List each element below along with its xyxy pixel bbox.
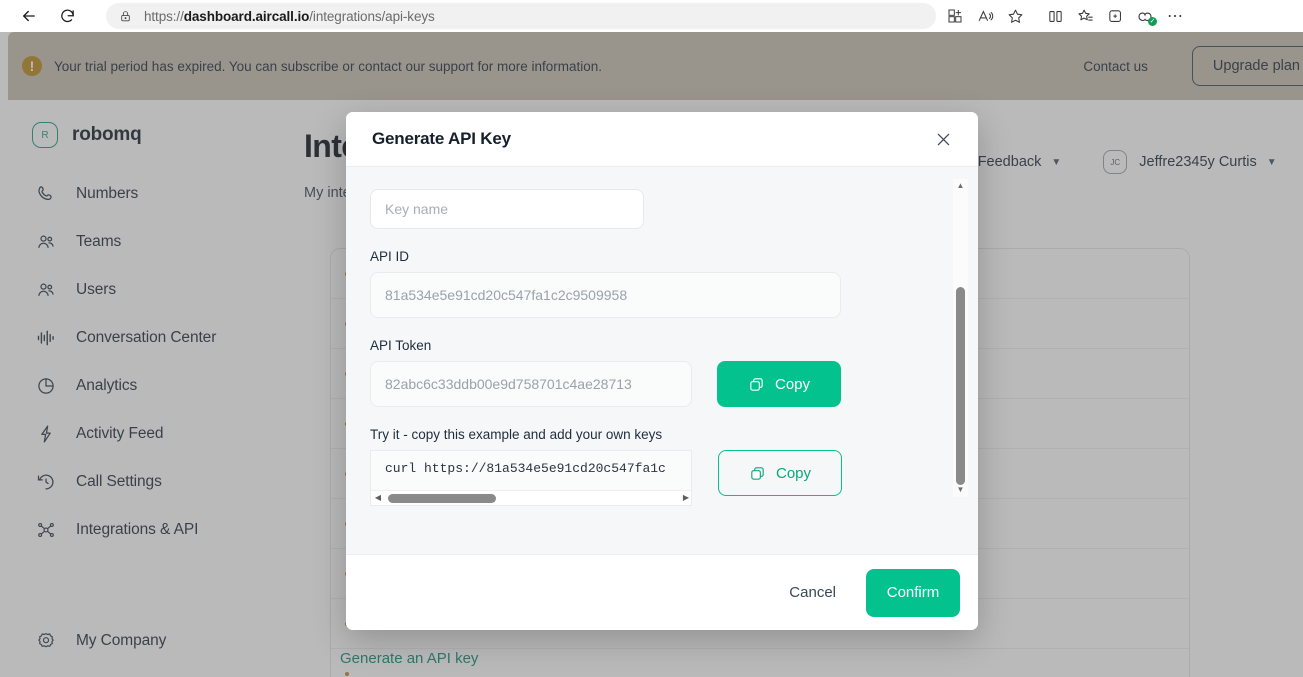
key-name-input[interactable]: Key name bbox=[370, 189, 644, 229]
copy-curl-button[interactable]: Copy bbox=[718, 450, 842, 496]
vscroll-track[interactable] bbox=[953, 193, 968, 485]
copy-api-token-label: Copy bbox=[774, 375, 811, 393]
url-text: https://dashboard.aircall.io/integration… bbox=[144, 8, 435, 24]
split-screen-icon[interactable] bbox=[1040, 3, 1070, 29]
extensions-icon[interactable] bbox=[940, 3, 970, 29]
dialog-body: Key name API ID 81a534e5e91cd20c547fa1c2… bbox=[346, 167, 978, 554]
hscroll-track[interactable] bbox=[385, 491, 679, 506]
generate-api-key-dialog: Generate API Key Key name API ID 81a534e… bbox=[346, 112, 978, 630]
dialog-vertical-scrollbar[interactable]: ▲ ▼ bbox=[953, 179, 968, 497]
api-id-value[interactable]: 81a534e5e91cd20c547fa1c2c9509958 bbox=[370, 272, 841, 318]
copy-icon bbox=[749, 465, 766, 482]
api-token-label: API Token bbox=[370, 338, 432, 353]
lock-icon bbox=[116, 10, 134, 23]
more-options-icon[interactable]: ⋯ bbox=[1160, 3, 1190, 29]
scroll-left-arrow-icon[interactable]: ◀ bbox=[371, 494, 385, 502]
scroll-right-arrow-icon[interactable]: ▶ bbox=[679, 494, 691, 502]
dialog-title: Generate API Key bbox=[372, 129, 511, 148]
browser-toolbar: https://dashboard.aircall.io/integration… bbox=[0, 0, 1303, 32]
confirm-button[interactable]: Confirm bbox=[866, 568, 960, 617]
curl-example-row: curl https://81a534e5e91cd20c547fa1c ◀ ▶… bbox=[370, 450, 952, 506]
api-id-label: API ID bbox=[370, 249, 410, 264]
cancel-button[interactable]: Cancel bbox=[773, 574, 852, 611]
address-bar[interactable]: https://dashboard.aircall.io/integration… bbox=[106, 3, 936, 29]
dialog-footer: Cancel Confirm bbox=[346, 554, 978, 630]
copy-icon bbox=[748, 376, 765, 393]
copy-api-token-button[interactable]: Copy bbox=[717, 361, 841, 407]
dialog-header: Generate API Key bbox=[346, 112, 978, 167]
api-token-value[interactable]: 82abc6c33ddb00e9d758701c4ae28713 bbox=[370, 361, 692, 407]
copilot-icon[interactable]: ✓ bbox=[1130, 3, 1160, 29]
favorites-icon[interactable] bbox=[1070, 3, 1100, 29]
copy-curl-label: Copy bbox=[775, 464, 812, 482]
hscroll-thumb[interactable] bbox=[388, 493, 496, 503]
key-name-placeholder: Key name bbox=[385, 201, 449, 217]
curl-example-text: curl https://81a534e5e91cd20c547fa1c bbox=[385, 461, 666, 476]
back-arrow-icon[interactable] bbox=[14, 2, 44, 30]
copilot-status-dot: ✓ bbox=[1148, 17, 1157, 26]
api-token-row: 82abc6c33ddb00e9d758701c4ae28713 Copy bbox=[370, 361, 952, 407]
curl-example-box[interactable]: curl https://81a534e5e91cd20c547fa1c ◀ ▶ bbox=[370, 450, 692, 506]
read-aloud-icon[interactable] bbox=[970, 3, 1000, 29]
curl-horizontal-scrollbar[interactable]: ◀ ▶ bbox=[371, 490, 691, 506]
browser-toolbar-icons: ✓ ⋯ bbox=[940, 3, 1190, 29]
scroll-down-arrow-icon[interactable]: ▼ bbox=[957, 483, 965, 497]
try-it-label: Try it - copy this example and add your … bbox=[370, 427, 663, 442]
collections-icon[interactable] bbox=[1100, 3, 1130, 29]
close-icon[interactable] bbox=[930, 126, 956, 152]
vscroll-thumb[interactable] bbox=[956, 287, 965, 485]
scroll-up-arrow-icon[interactable]: ▲ bbox=[957, 179, 965, 193]
add-favorite-icon[interactable] bbox=[1000, 3, 1030, 29]
reload-icon[interactable] bbox=[52, 2, 82, 30]
app-page: R robomq Numbers Teams Users Conversatio… bbox=[0, 32, 1303, 677]
